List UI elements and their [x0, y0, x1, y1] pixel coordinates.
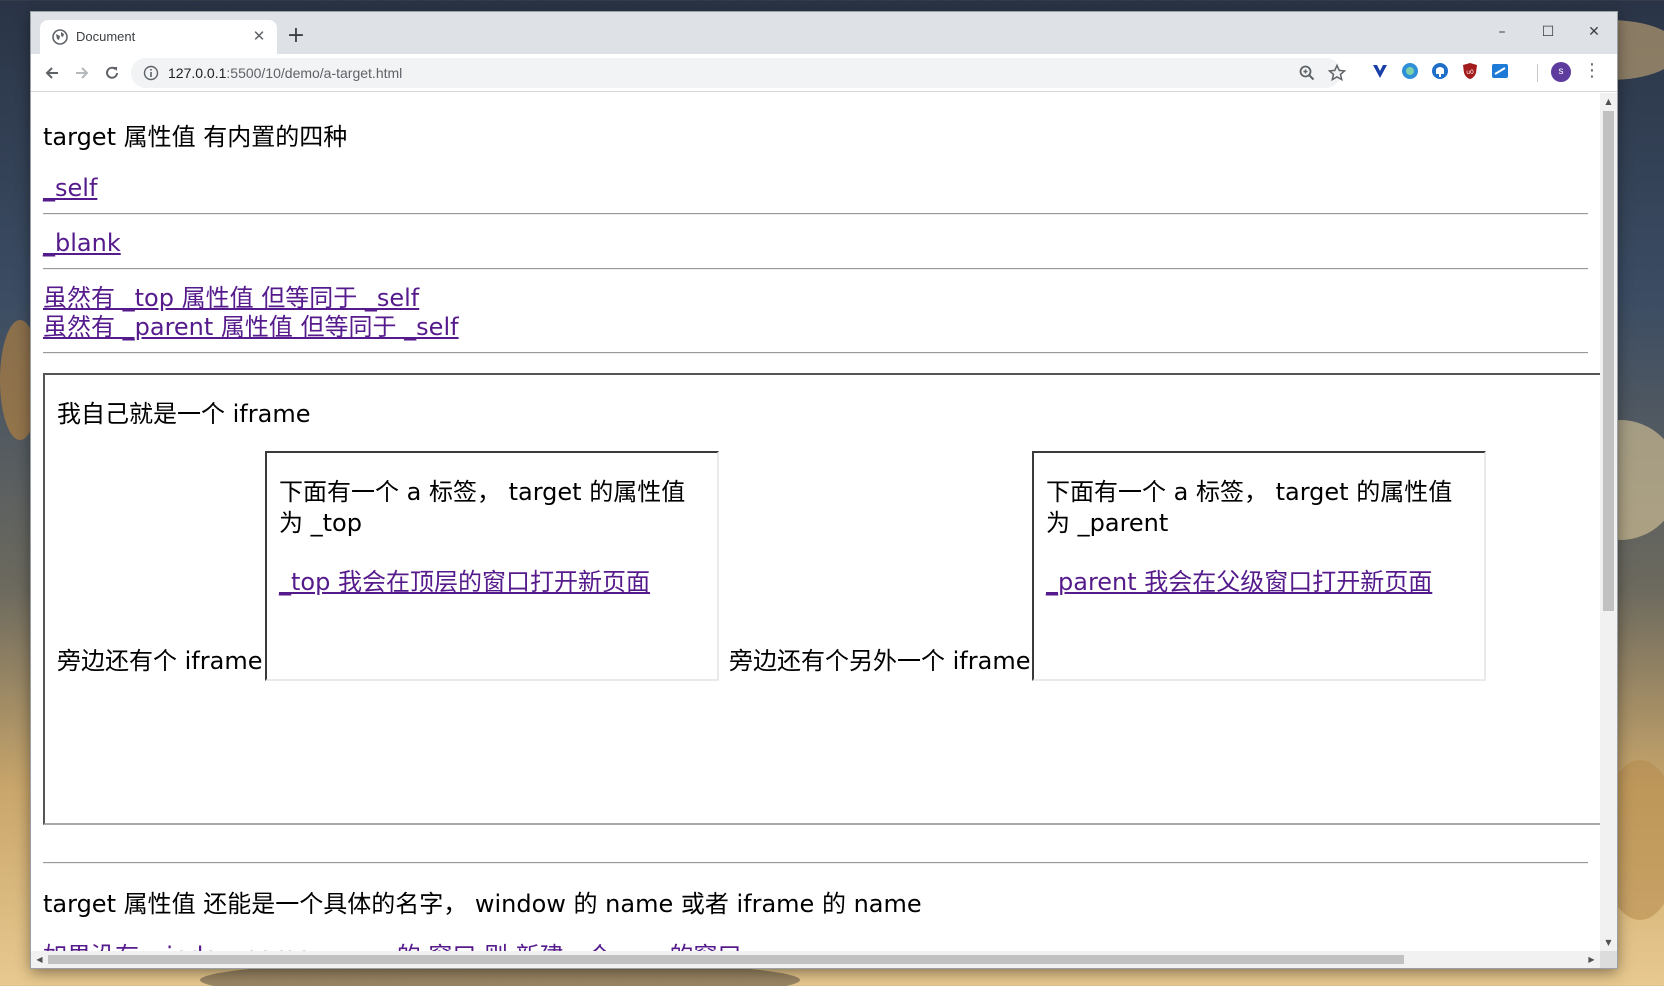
extension-ublock-icon[interactable]: u0 — [1459, 60, 1481, 82]
toolbar-divider — [1537, 64, 1538, 82]
svg-text:u0: u0 — [1466, 69, 1474, 76]
profile-avatar[interactable]: s — [1551, 62, 1571, 82]
iframe-parent[interactable]: 下面有一个 a 标签， target 的属性值为 _parent _parent… — [1032, 451, 1486, 681]
reload-button[interactable] — [99, 60, 125, 86]
back-button[interactable] — [39, 60, 65, 86]
divider — [43, 268, 1588, 270]
horizontal-scroll-thumb[interactable] — [48, 955, 1404, 964]
extension-v-icon[interactable] — [1369, 60, 1391, 82]
divider — [43, 352, 1588, 354]
scrollbar-corner — [1600, 951, 1617, 968]
arrow-right-icon — [76, 67, 89, 79]
link-top-window[interactable]: _top 我会在顶层的窗口打开新页面 — [279, 568, 650, 596]
link-parent[interactable]: 虽然有 _parent 属性值 但等同于 _self — [43, 313, 459, 341]
page-viewport: target 属性值 有内置的四种 _self _blank 虽然有 _top … — [31, 93, 1617, 968]
star-icon[interactable] — [1327, 63, 1347, 83]
vertical-scrollbar[interactable]: ▲ ▼ — [1600, 93, 1617, 951]
iframe-parent-text: 下面有一个 a 标签， target 的属性值为 _parent — [1046, 478, 1453, 537]
zoom-icon[interactable] — [1297, 63, 1317, 83]
new-tab-button[interactable]: + — [284, 25, 308, 49]
reload-icon — [106, 66, 118, 79]
right-iframe-label: 旁边还有个另外一个 iframe — [729, 647, 1031, 675]
link-parent-window[interactable]: _parent 我会在父级窗口打开新页面 — [1046, 568, 1432, 596]
more-vert-icon[interactable]: ⋮ — [1583, 59, 1601, 83]
iframe-title: 我自己就是一个 iframe — [57, 400, 311, 428]
extension-globe-icon[interactable] — [1399, 60, 1421, 82]
tab-strip: Document ✕ + – ☐ ✕ — [31, 12, 1617, 54]
minimize-button[interactable]: – — [1479, 18, 1525, 46]
outer-iframe[interactable]: 我自己就是一个 iframe 旁边还有个 iframe 下面有一个 a 标签， … — [43, 373, 1603, 825]
browser-toolbar: 127.0.0.1:5500/10/demo/a-target.html u0 … — [31, 54, 1617, 92]
close-icon[interactable]: ✕ — [249, 26, 269, 46]
url-text[interactable]: 127.0.0.1:5500/10/demo/a-target.html — [168, 65, 402, 81]
divider — [43, 862, 1588, 864]
maximize-button[interactable]: ☐ — [1525, 18, 1571, 46]
horizontal-scrollbar[interactable]: ◀ ▶ — [31, 951, 1600, 968]
iframe-top-text: 下面有一个 a 标签， target 的属性值为 _top — [279, 478, 686, 537]
window-close-button[interactable]: ✕ — [1571, 18, 1617, 46]
browser-window: Document ✕ + – ☐ ✕ 127.0.0.1:5500/10/dem… — [31, 12, 1617, 968]
vertical-scroll-thumb[interactable] — [1603, 111, 1614, 611]
intro-text: target 属性值 有内置的四种 — [43, 123, 348, 151]
globe-icon — [52, 29, 68, 45]
extension-github-icon[interactable] — [1429, 60, 1451, 82]
url-host: 127.0.0.1 — [168, 65, 227, 81]
tab-document[interactable]: Document ✕ — [40, 20, 277, 54]
tab-title: Document — [76, 29, 136, 44]
scroll-down-arrow-icon[interactable]: ▼ — [1600, 934, 1617, 951]
divider — [43, 213, 1588, 215]
link-self[interactable]: _self — [43, 174, 97, 202]
extension-snip-icon[interactable] — [1489, 60, 1511, 82]
url-path: :5500/10/demo/a-target.html — [226, 65, 403, 81]
forward-button[interactable] — [69, 60, 95, 86]
address-bar[interactable]: 127.0.0.1:5500/10/demo/a-target.html — [131, 58, 1347, 88]
iframe-top[interactable]: 下面有一个 a 标签， target 的属性值为 _top _top 我会在顶层… — [265, 451, 719, 681]
link-top[interactable]: 虽然有 _top 属性值 但等同于 _self — [43, 284, 419, 312]
scroll-up-arrow-icon[interactable]: ▲ — [1600, 93, 1617, 110]
scroll-right-arrow-icon[interactable]: ▶ — [1583, 951, 1600, 968]
arrow-left-icon — [45, 67, 58, 79]
info-icon[interactable] — [143, 65, 159, 81]
outro-text: target 属性值 还能是一个具体的名字， window 的 name 或者 … — [43, 890, 922, 918]
left-iframe-label: 旁边还有个 iframe — [57, 647, 263, 675]
scroll-left-arrow-icon[interactable]: ◀ — [31, 951, 48, 968]
link-blank[interactable]: _blank — [43, 229, 121, 257]
